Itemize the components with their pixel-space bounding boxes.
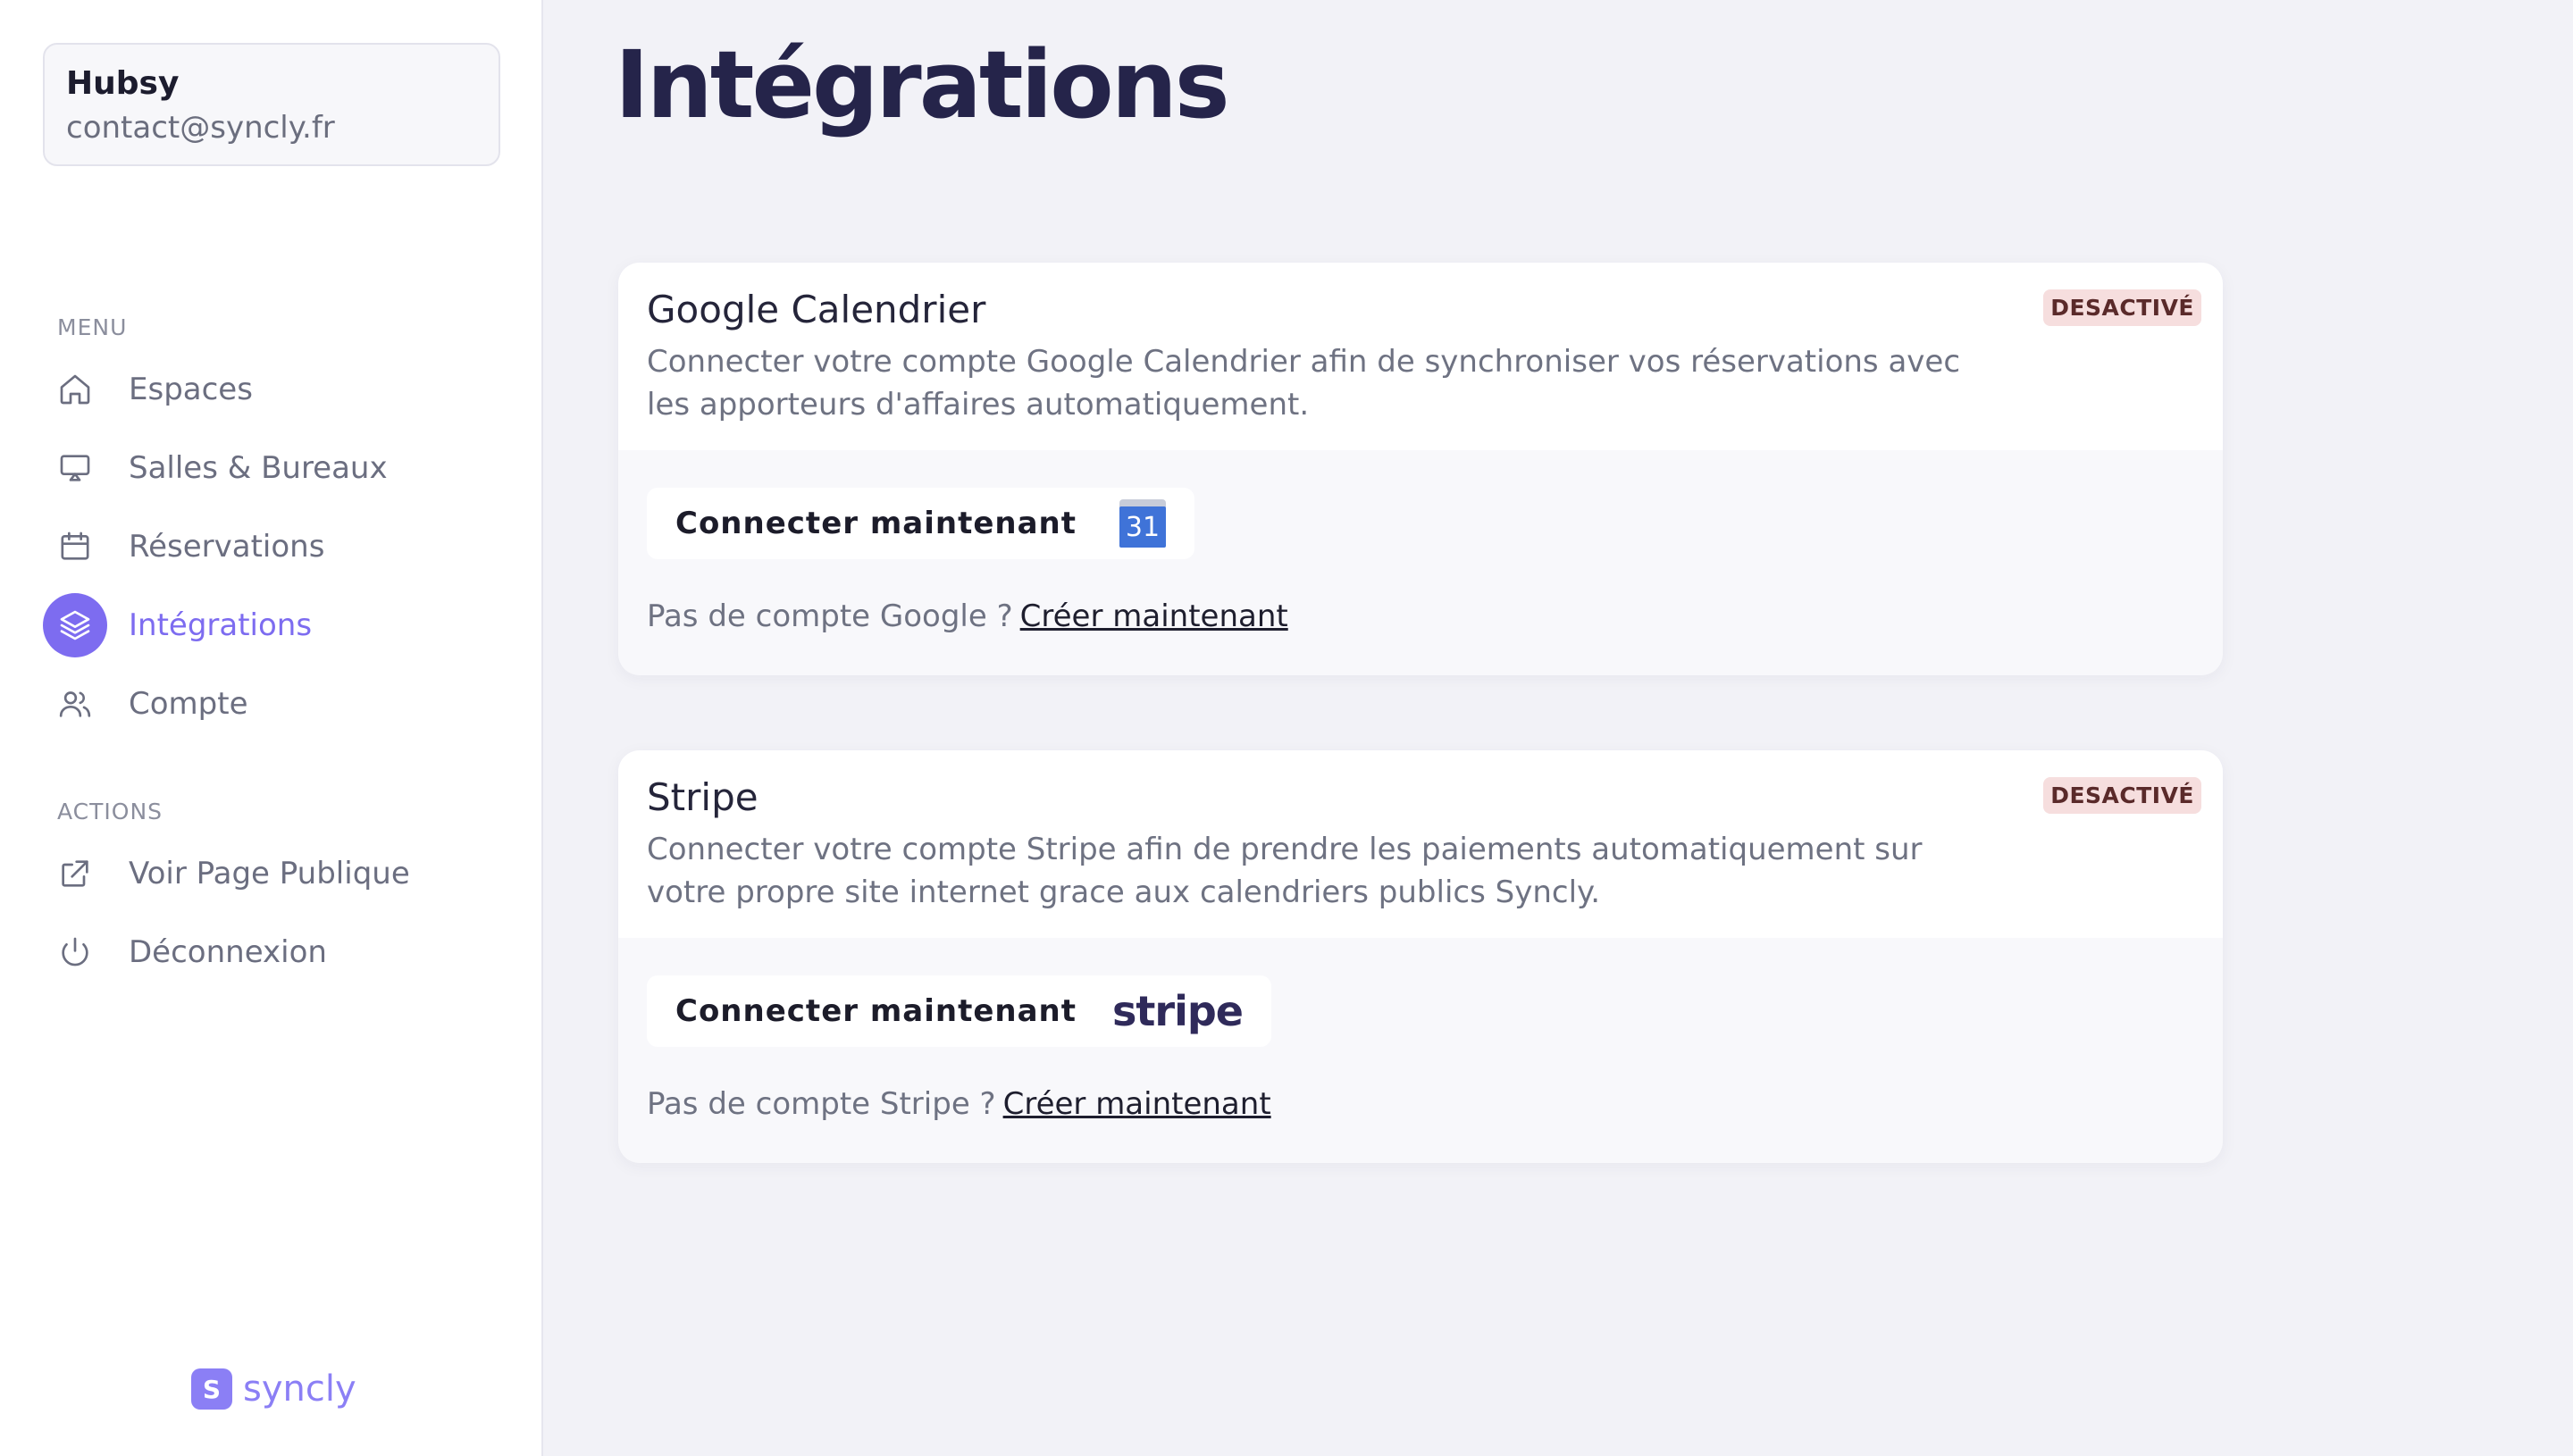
integration-description: Connecter votre compte Google Calendrier…	[647, 344, 1961, 423]
sidebar-item-deconnexion[interactable]: Déconnexion	[43, 920, 507, 984]
layers-icon	[43, 593, 107, 657]
sidebar-item-integrations[interactable]: Intégrations	[43, 593, 507, 657]
sidebar-item-label: Intégrations	[129, 607, 313, 643]
sidebar-item-espaces[interactable]: Espaces	[43, 357, 507, 422]
account-card[interactable]: Hubsy contact@syncly.fr	[43, 43, 500, 166]
syncly-logo-icon: S	[191, 1368, 232, 1410]
external-link-icon	[43, 841, 107, 906]
power-icon	[43, 920, 107, 984]
sidebar-item-salles-bureaux[interactable]: Salles & Bureaux	[43, 436, 507, 500]
users-icon	[43, 672, 107, 736]
status-badge: DESACTIVÉ	[2043, 777, 2201, 814]
integration-card-google: Google Calendrier Connecter votre compte…	[618, 263, 2223, 675]
calendar-icon	[43, 515, 107, 579]
integration-title: Stripe	[647, 775, 758, 819]
google-calendar-day: 31	[1119, 506, 1167, 548]
no-account-text: Pas de compte Google ?	[647, 598, 1013, 634]
account-email: contact@syncly.fr	[66, 110, 335, 146]
account-name: Hubsy	[66, 65, 180, 102]
card-body: Connecter maintenant 31 Pas de compte Go…	[618, 450, 2223, 634]
no-account-line: Pas de compte Google ? Créer maintenant	[647, 598, 2194, 634]
sidebar-item-label: Salles & Bureaux	[129, 450, 388, 486]
no-account-line: Pas de compte Stripe ? Créer maintenant	[647, 1086, 2194, 1122]
actions-section-label: ACTIONS	[57, 799, 163, 824]
connect-button-label: Connecter maintenant	[675, 993, 1077, 1029]
integration-description: Connecter votre compte Stripe afin de pr…	[647, 832, 1923, 910]
sidebar-item-label: Compte	[129, 686, 248, 722]
sidebar-item-label: Déconnexion	[129, 934, 327, 970]
integration-title: Google Calendrier	[647, 288, 986, 331]
card-header: Google Calendrier Connecter votre compte…	[618, 263, 2223, 450]
sidebar-item-compte[interactable]: Compte	[43, 672, 507, 736]
create-google-account-link[interactable]: Créer maintenant	[1020, 598, 1288, 634]
connect-google-button[interactable]: Connecter maintenant 31	[647, 488, 1195, 559]
stripe-logo-icon: stripe	[1112, 987, 1244, 1035]
brand: S syncly	[191, 1368, 356, 1410]
status-badge: DESACTIVÉ	[2043, 289, 2201, 326]
page-title: Intégrations	[615, 30, 1230, 139]
card-body: Connecter maintenant stripe Pas de compt…	[618, 938, 2223, 1122]
sidebar: Hubsy contact@syncly.fr MENU Espaces Sal…	[0, 0, 543, 1456]
create-stripe-account-link[interactable]: Créer maintenant	[1003, 1086, 1271, 1122]
connect-button-label: Connecter maintenant	[675, 506, 1077, 541]
card-header: Stripe Connecter votre compte Stripe afi…	[618, 750, 2223, 938]
sidebar-item-label: Réservations	[129, 529, 325, 565]
sidebar-item-reservations[interactable]: Réservations	[43, 515, 507, 579]
sidebar-item-label: Espaces	[129, 372, 253, 407]
sidebar-item-label: Voir Page Publique	[129, 856, 410, 891]
menu-section-label: MENU	[57, 314, 128, 340]
screen-icon	[43, 436, 107, 500]
brand-name: syncly	[243, 1368, 356, 1410]
home-icon	[43, 357, 107, 422]
no-account-text: Pas de compte Stripe ?	[647, 1086, 996, 1122]
connect-stripe-button[interactable]: Connecter maintenant stripe	[647, 975, 1271, 1047]
integration-card-stripe: Stripe Connecter votre compte Stripe afi…	[618, 750, 2223, 1163]
google-calendar-icon: 31	[1119, 499, 1167, 548]
sidebar-item-voir-page-publique[interactable]: Voir Page Publique	[43, 841, 507, 906]
